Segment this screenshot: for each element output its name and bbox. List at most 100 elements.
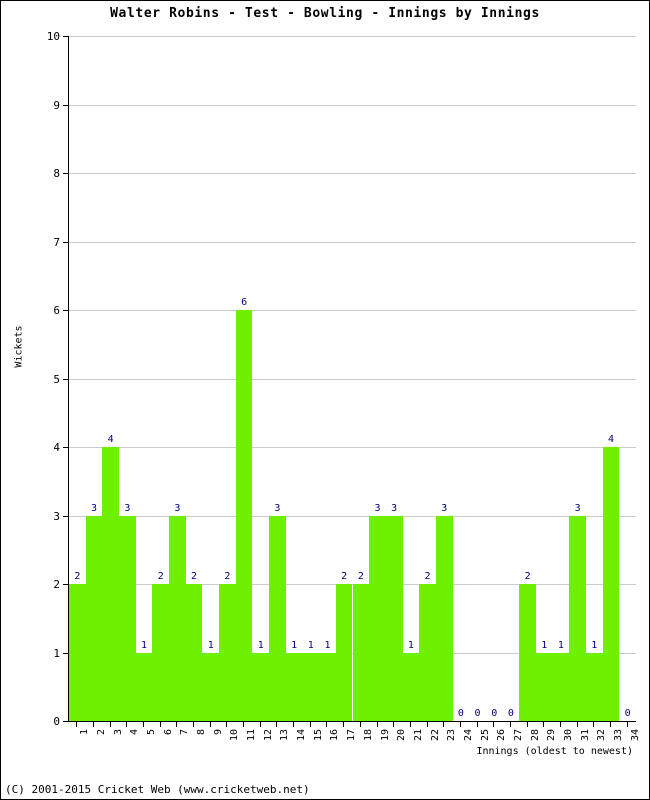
gridline [69,36,636,37]
x-tick-label: 21 [412,729,424,742]
x-tick-mark [627,721,628,727]
x-tick-label: 8 [196,729,208,736]
x-axis-label: Innings (oldest to newest) [476,746,633,757]
x-tick-mark [560,721,561,727]
bar [102,447,120,721]
bar [69,584,86,721]
bar [552,652,570,721]
bar [219,584,236,721]
y-tick-label: 3 [53,509,60,523]
x-tick-mark [243,721,244,727]
bar [519,584,536,721]
x-tick-mark [226,721,227,727]
bar-value-label: 4 [107,434,114,445]
x-tick-label: 23 [446,729,458,742]
bar [419,584,436,721]
bar-value-label: 0 [624,708,631,719]
bar-value-label: 3 [174,502,181,514]
x-tick-label: 19 [379,729,391,742]
x-tick-label: 9 [212,729,224,736]
bar-value-label: 2 [191,571,198,582]
bar [235,310,253,721]
x-tick-label: 16 [329,729,341,742]
bar [585,652,603,721]
bar-value-label: 2 [524,571,531,582]
x-tick-mark [493,721,494,727]
x-tick-mark [443,721,444,727]
bar-value-label: 3 [124,502,131,514]
bar [385,515,403,721]
y-tick-label: 6 [53,304,60,317]
gridline [69,310,636,311]
x-tick-mark [543,721,544,727]
bar [152,584,170,721]
x-tick-mark [460,721,461,727]
x-tick-label: 7 [179,729,191,736]
bar [319,652,336,721]
bar-value-label: 6 [241,297,248,308]
x-tick-mark [143,721,144,727]
y-tick-label: 2 [53,578,60,591]
bar [602,447,620,721]
y-tick-label: 0 [53,715,60,728]
bar [335,584,353,721]
x-tick-mark [310,721,311,727]
y-tick-label: 9 [53,98,60,112]
y-tick-label: 7 [53,235,60,249]
y-tick-label: 10 [46,30,60,43]
x-tick-mark [93,721,94,727]
x-tick-label: 14 [296,729,308,742]
footer-copyright: (C) 2001-2015 Cricket Web (www.cricketwe… [5,783,310,796]
x-tick-label: 22 [429,729,441,742]
bar [535,652,553,721]
bar [269,515,286,721]
gridline [69,447,636,448]
x-tick-mark [393,721,394,727]
x-tick-label: 13 [279,729,291,742]
x-tick-label: 12 [262,729,274,742]
bar [185,584,203,721]
bar [202,652,220,721]
x-tick-label: 2 [96,729,107,736]
bar [285,652,303,721]
bar-value-label: 3 [441,502,448,514]
x-tick-mark [510,721,511,727]
y-tick-label: 4 [53,441,60,454]
x-tick-label: 5 [146,729,158,736]
x-tick-label: 4 [129,729,141,736]
gridline [69,241,636,243]
x-tick-mark [76,721,77,727]
bar [435,515,453,721]
page-title: Walter Robins - Test - Bowling - Innings… [110,6,540,21]
x-tick-mark [293,721,294,727]
bar-value-label: 3 [391,502,398,514]
bar [119,515,136,721]
x-tick-mark [193,721,194,727]
x-tick-label: 1 [79,729,91,736]
bar [252,652,270,721]
x-tick-mark [176,721,177,727]
x-tick-mark [343,721,344,727]
x-tick-label: 18 [362,729,374,742]
x-tick-mark [210,721,211,727]
x-tick-label: 3 [112,729,124,736]
plot-area: 2343123212613111223312300002113140 [68,36,636,722]
x-tick-label: 6 [162,729,174,736]
bar [352,584,370,721]
bar [85,515,103,721]
bar [402,652,420,721]
x-tick-label: 11 [246,729,258,742]
gridline [69,104,636,106]
gridline [69,515,636,517]
x-tick-mark [276,721,277,727]
bar [302,652,320,721]
x-tick-mark [126,721,127,727]
x-tick-mark [527,721,528,727]
x-tick-mark [377,721,378,727]
gridline [69,378,636,380]
y-tick-label: 5 [53,372,60,386]
x-tick-mark [410,721,411,727]
chart-page: Walter Robins - Test - Bowling - Innings… [0,0,650,800]
gridline [69,173,636,174]
x-tick-label: 20 [396,729,408,742]
